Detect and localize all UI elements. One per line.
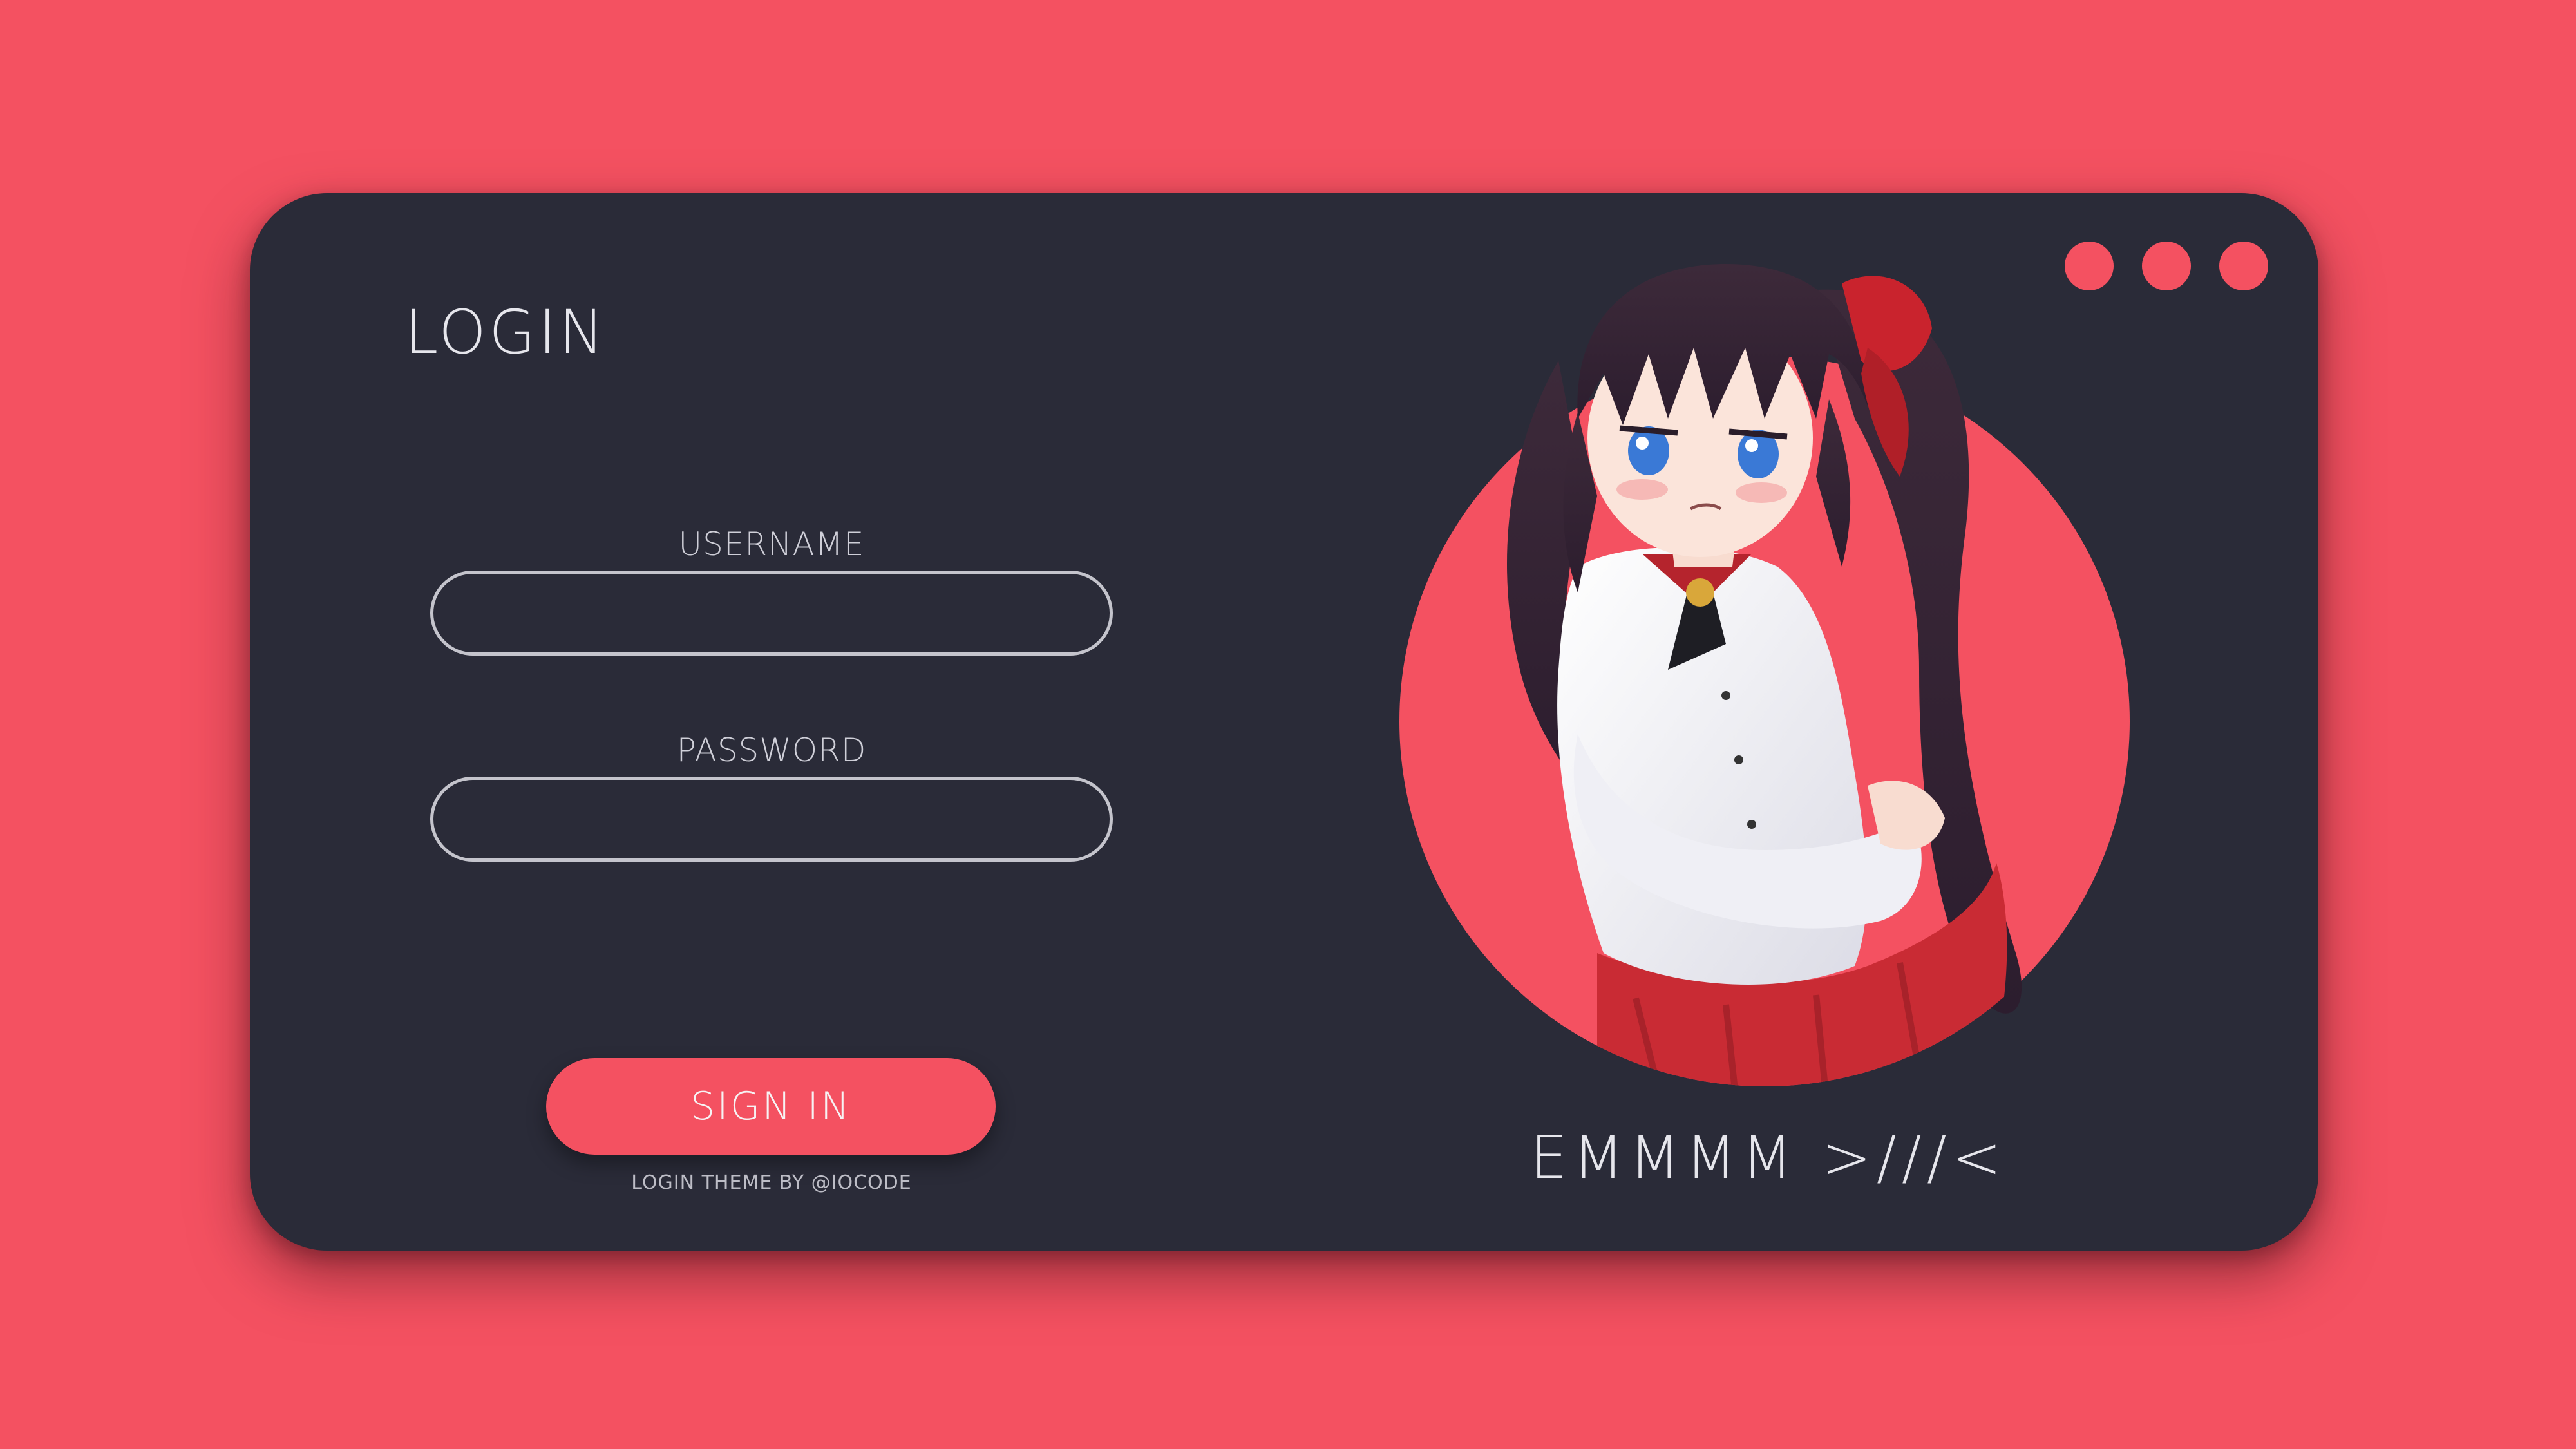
password-input[interactable] [430, 777, 1113, 862]
anime-girl-illustration [1399, 264, 2130, 1086]
window-dot-3[interactable] [2219, 242, 2268, 290]
password-label: PASSWORD [676, 732, 867, 769]
sign-in-button[interactable]: SIGN IN [546, 1058, 996, 1155]
theme-credit: LOGIN THEME BY @IOCODE [631, 1171, 912, 1194]
username-input[interactable] [430, 571, 1113, 656]
illustration-caption: EMMMM >///< [1530, 1123, 2007, 1192]
page-title: LOGIN [404, 298, 607, 368]
login-card: LOGIN USERNAME PASSWORD SIGN IN LOGIN TH… [250, 193, 2318, 1251]
username-label: USERNAME [678, 526, 865, 563]
window-dot-2[interactable] [2142, 242, 2191, 290]
